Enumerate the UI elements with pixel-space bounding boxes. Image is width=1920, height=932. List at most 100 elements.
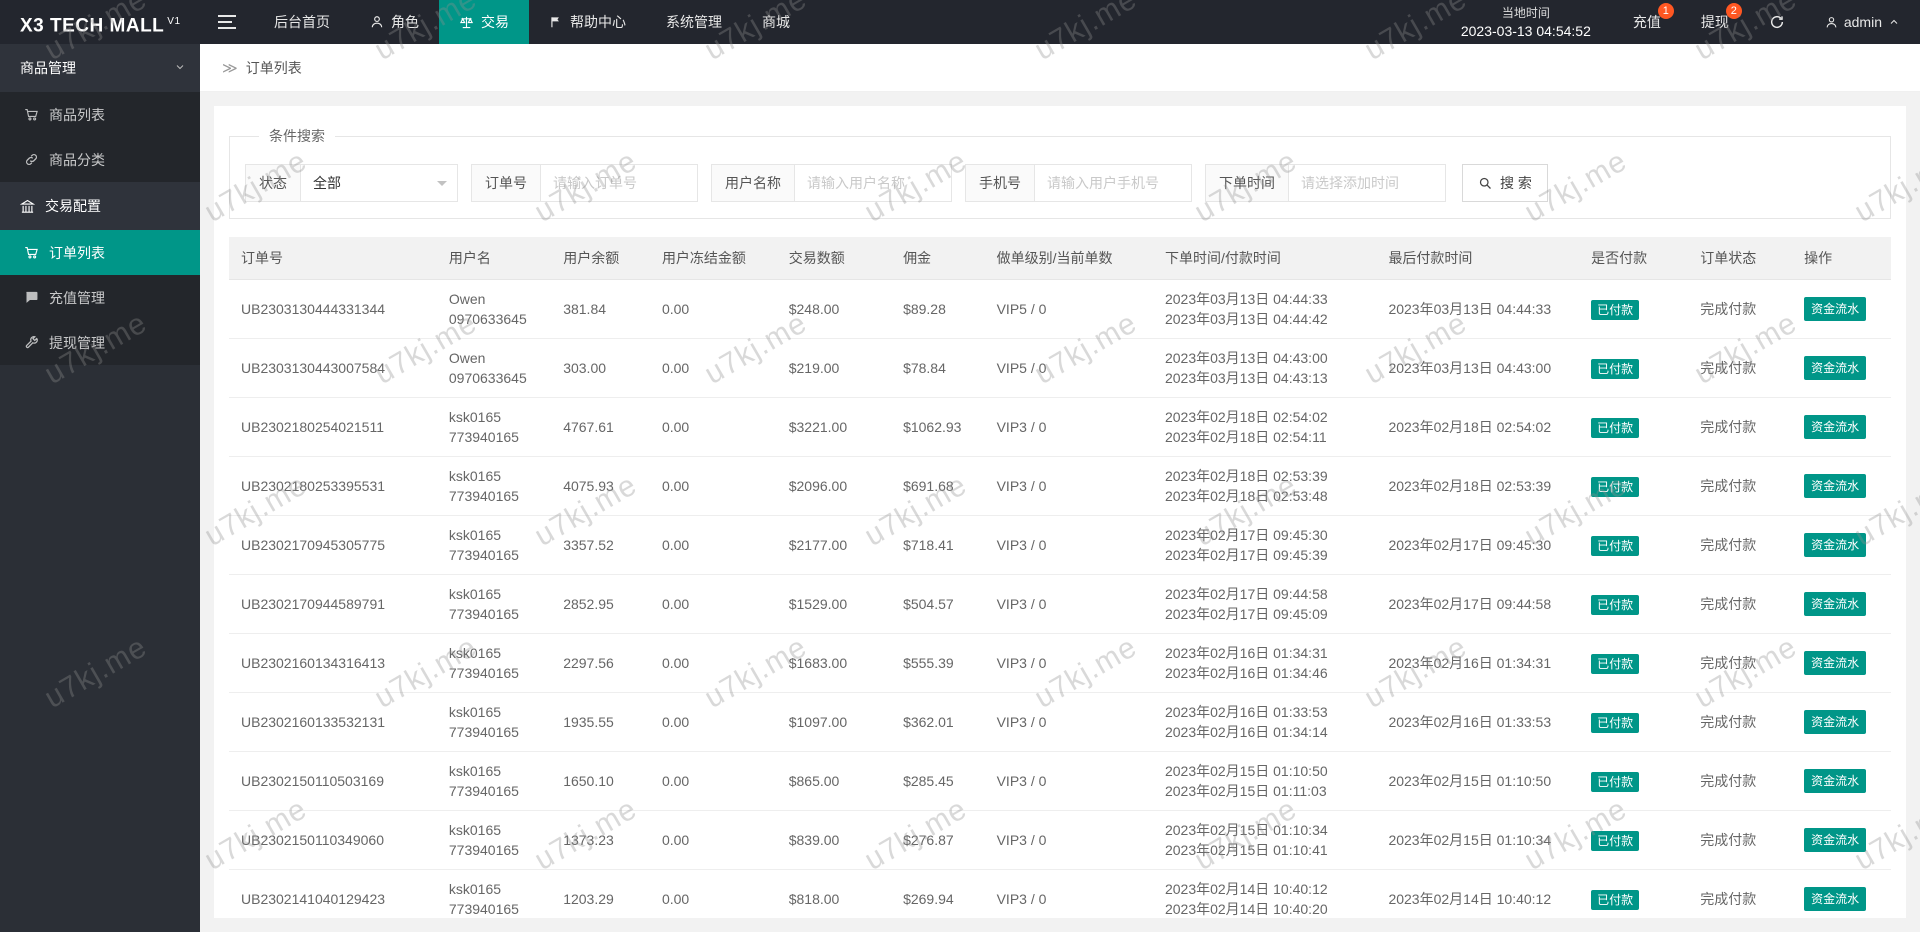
phone-input[interactable] [1034,164,1192,202]
menu-toggle-icon[interactable] [200,0,254,44]
order-pay-time-cell: 2023年03月13日 04:44:33 2023年03月13日 04:44:4… [1152,279,1377,339]
nav-system[interactable]: 系统管理 [646,0,742,44]
sidebar-item-withdraw[interactable]: 提现管理 [0,320,200,365]
fund-flow-button[interactable]: 资金流水 [1804,474,1867,498]
logo-version: V1 [167,16,181,27]
link-icon [24,152,39,167]
user-cell: Owen 0970633645 [436,338,552,398]
order-status-cell: 完成付款 [1688,279,1793,339]
sidebar-item-recharge[interactable]: 充值管理 [0,275,200,320]
order-time: 2023年02月14日 10:40:12 [1164,881,1328,897]
nav-mall[interactable]: 商城 [742,0,810,44]
commission-cell: $89.28 [891,279,985,339]
user-account: 0970633645 [448,370,527,386]
paid-badge: 已付款 [1591,417,1640,438]
fund-flow-button[interactable]: 资金流水 [1804,356,1867,380]
paid-status-cell: 已付款 [1579,338,1689,398]
column-header: 最后付款时间 [1376,237,1580,280]
order-time: 2023年03月13日 04:44:33 [1164,291,1328,307]
frozen-cell: 0.00 [649,456,777,516]
sidebar-item-order-list[interactable]: 订单列表 [0,230,200,275]
flag-icon [549,15,563,29]
user-cell: ksk0165 773940165 [436,810,552,870]
search-legend: 条件搜索 [269,128,325,144]
order-time: 2023年02月18日 02:54:02 [1164,409,1328,425]
order-no-cell: UB2303130444331344 [229,279,437,339]
order-time: 2023年02月15日 01:10:50 [1164,763,1328,779]
order-status-cell: 完成付款 [1688,456,1793,516]
scales-icon [459,15,474,30]
chevron-down-icon [174,61,186,73]
status-select[interactable]: 全部 [300,164,458,202]
trade-amount-cell: $1097.00 [776,692,892,752]
pay-time: 2023年02月15日 01:10:41 [1164,842,1328,858]
sidebar-item-product-category[interactable]: 商品分类 [0,137,200,182]
paid-badge: 已付款 [1591,889,1640,910]
paid-status-cell: 已付款 [1579,751,1689,811]
trade-amount-cell: $2096.00 [776,456,892,516]
trade-amount-cell: $1683.00 [776,633,892,693]
commission-cell: $555.39 [891,633,985,693]
nav-dashboard[interactable]: 后台首页 [254,0,350,44]
orders-table: 订单号 用户名 用户余额 用户冻结金额 交易数额 佣金 做单级别/当前单数 下单… [229,237,1891,918]
refresh-icon [1769,14,1785,30]
user-name-filter: 用户名称 [711,164,952,202]
fund-flow-button[interactable]: 资金流水 [1804,887,1867,911]
pay-time: 2023年02月14日 10:40:20 [1164,901,1328,917]
user-icon [370,15,384,29]
sidebar-section-products[interactable]: 商品管理 [0,44,200,92]
cart-icon [24,107,39,122]
fund-flow-button[interactable]: 资金流水 [1804,710,1867,734]
caret-down-icon [437,181,447,191]
commission-cell: $504.57 [891,574,985,634]
order-time-input[interactable] [1288,164,1446,202]
fund-flow-button[interactable]: 资金流水 [1804,592,1867,616]
recharge-button[interactable]: 充值 1 [1613,0,1681,44]
paid-status-cell: 已付款 [1579,869,1689,918]
user-name-input[interactable] [794,164,952,202]
status-label: 状态 [245,164,301,202]
fund-flow-button[interactable]: 资金流水 [1804,533,1867,557]
paid-badge: 已付款 [1591,653,1640,674]
nav-trade[interactable]: 交易 [439,0,529,44]
top-nav: 后台首页 角色 交易 帮助中心 系统管理 商城 [254,0,810,44]
order-time: 2023年02月16日 01:33:53 [1164,704,1328,720]
vip-level-cell: VIP3 / 0 [984,397,1153,457]
last-pay-time-cell: 2023年03月13日 04:43:00 [1376,338,1580,398]
user-account: 773940165 [448,783,519,799]
fund-flow-button[interactable]: 资金流水 [1804,297,1867,321]
order-time: 2023年02月17日 09:44:58 [1164,586,1328,602]
search-button[interactable]: 搜 索 [1462,164,1548,202]
user-cell: ksk0165 773940165 [436,751,552,811]
chevron-up-icon [1888,16,1900,28]
pay-time: 2023年02月17日 09:45:09 [1164,606,1328,622]
refresh-button[interactable] [1749,0,1805,44]
sidebar-section-trade-config[interactable]: 交易配置 [0,182,200,230]
order-pay-time-cell: 2023年03月13日 04:43:00 2023年03月13日 04:43:1… [1152,338,1377,398]
order-no-cell: UB2302141040129423 [229,869,437,918]
last-pay-time-cell: 2023年02月18日 02:54:02 [1376,397,1580,457]
last-pay-time-cell: 2023年02月16日 01:34:31 [1376,633,1580,693]
fund-flow-button[interactable]: 资金流水 [1804,769,1867,793]
user-menu[interactable]: admin [1805,0,1920,44]
status-filter: 状态 全部 [245,164,458,202]
sidebar-item-product-list[interactable]: 商品列表 [0,92,200,137]
column-header: 下单时间/付款时间 [1152,237,1377,280]
order-list-card: 条件搜索 状态 全部 订单号 用户名称 [214,106,1906,918]
withdraw-button[interactable]: 提现 2 [1681,0,1749,44]
user-name: ksk0165 [448,763,502,779]
frozen-cell: 0.00 [649,338,777,398]
withdraw-badge: 2 [1725,3,1742,19]
order-no-input[interactable] [540,164,698,202]
table-row: UB2302180254021511 ksk0165 773940165 476… [229,397,1891,457]
fund-flow-button[interactable]: 资金流水 [1804,828,1867,852]
phone-label: 手机号 [965,164,1035,202]
last-pay-time-cell: 2023年02月15日 01:10:50 [1376,751,1580,811]
nav-help-center[interactable]: 帮助中心 [529,0,646,44]
topbar-right: 当地时间 2023-03-13 04:54:52 充值 1 提现 2 admin [1439,0,1920,44]
nav-roles[interactable]: 角色 [350,0,439,44]
column-header: 佣金 [891,237,985,280]
fund-flow-button[interactable]: 资金流水 [1804,651,1867,675]
fund-flow-button[interactable]: 资金流水 [1804,415,1867,439]
balance-cell: 1650.10 [551,751,650,811]
